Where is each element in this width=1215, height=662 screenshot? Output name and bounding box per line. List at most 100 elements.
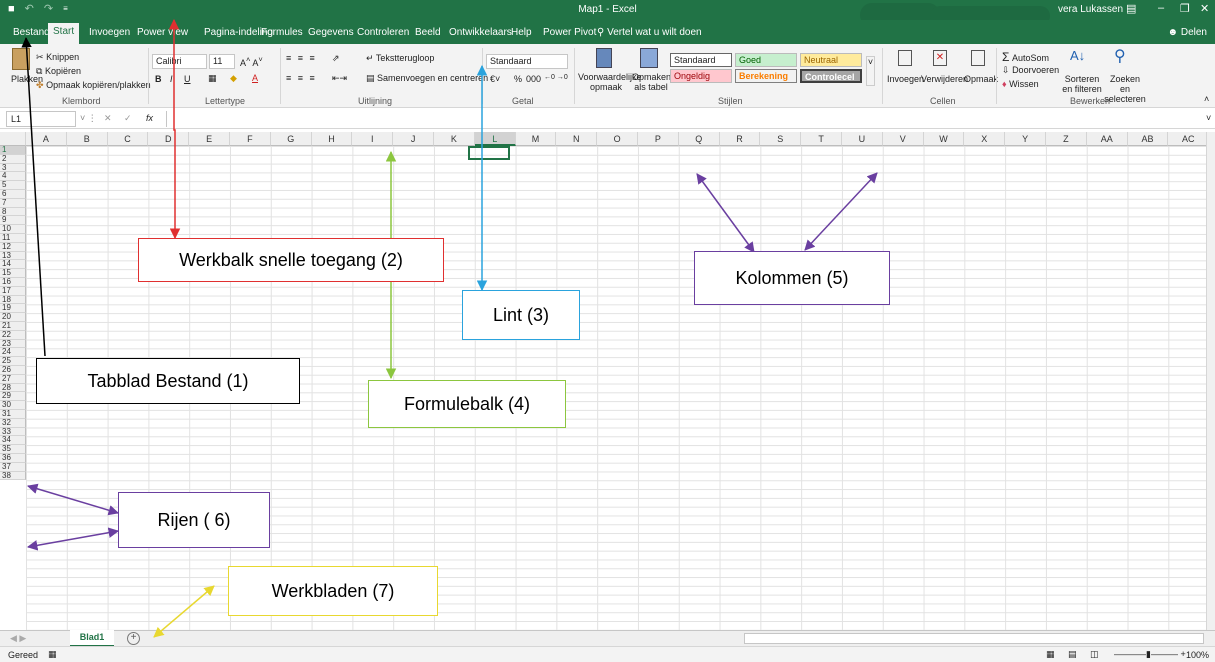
column-header-j[interactable]: J: [393, 132, 434, 146]
cell-style-standaard[interactable]: Standaard: [670, 53, 732, 67]
name-box[interactable]: L1: [6, 111, 76, 127]
search-icon[interactable]: ⚲: [1114, 46, 1126, 66]
currency-icon[interactable]: €˅: [490, 74, 500, 84]
format-painter-button[interactable]: ✤ Opmaak kopiëren/plakken: [36, 80, 151, 91]
column-header-m[interactable]: M: [515, 132, 557, 146]
tab-beeld[interactable]: Beeld: [410, 24, 446, 41]
collapse-ribbon-icon[interactable]: ˄: [1204, 94, 1209, 104]
sheet-nav-icons[interactable]: ◀ ▶: [10, 633, 26, 644]
font-color-icon[interactable]: A: [252, 73, 258, 83]
fill-color-icon[interactable]: ◆: [230, 73, 237, 84]
align-left-icons[interactable]: ≡ ≡ ≡: [286, 73, 317, 83]
column-header-e[interactable]: E: [189, 132, 230, 146]
conditional-format-icon[interactable]: [596, 48, 612, 68]
formula-input[interactable]: [166, 111, 1206, 127]
column-header-x[interactable]: X: [964, 132, 1006, 146]
column-header-s[interactable]: S: [760, 132, 802, 146]
underline-button[interactable]: U: [184, 74, 191, 84]
insert-cells-button[interactable]: Invoegen: [887, 74, 924, 84]
column-header-h[interactable]: H: [311, 132, 353, 146]
insert-cells-icon[interactable]: [898, 50, 912, 66]
delete-cells-button[interactable]: Verwijderen: [921, 74, 968, 84]
tab-gegevens[interactable]: Gegevens: [303, 24, 359, 41]
sort-filter-icon[interactable]: A↓: [1070, 48, 1085, 63]
clear-button[interactable]: ♦ Wissen: [1002, 79, 1039, 89]
column-header-g[interactable]: G: [270, 132, 312, 146]
column-header-n[interactable]: N: [556, 132, 598, 146]
zoom-level[interactable]: 100%: [1186, 650, 1209, 660]
add-sheet-icon[interactable]: +: [127, 632, 140, 645]
cell-style-ongeldig[interactable]: Ongeldig: [670, 69, 732, 83]
ribbon-display-icon[interactable]: ▤: [1126, 2, 1136, 15]
column-header-p[interactable]: P: [638, 132, 679, 146]
tab-start[interactable]: Start: [48, 23, 80, 44]
user-name[interactable]: vera Lukassen: [1058, 4, 1123, 15]
macro-record-icon[interactable]: ▦: [48, 649, 57, 660]
grow-font-icon[interactable]: A˄ A˅: [240, 55, 263, 68]
merge-center-button[interactable]: ▤ Samenvoegen en centreren: [366, 73, 488, 84]
column-header-z[interactable]: Z: [1046, 132, 1087, 146]
column-header-a[interactable]: A: [26, 132, 67, 146]
format-as-table-button[interactable]: Opmaken als tabel: [632, 72, 671, 92]
number-format-select[interactable]: Standaard: [486, 54, 568, 69]
cell-style-neutraal[interactable]: Neutraal: [800, 53, 862, 67]
expand-formula-icon[interactable]: ˅: [1206, 113, 1211, 123]
borders-icon[interactable]: ▦: [208, 73, 217, 84]
column-header-r[interactable]: R: [719, 132, 761, 146]
close-icon[interactable]: ✕: [1200, 2, 1209, 15]
styles-more-icon[interactable]: ˅: [866, 56, 875, 86]
tab-help[interactable]: Help: [506, 24, 537, 41]
active-cell-l1[interactable]: [468, 146, 510, 160]
sort-filter-button[interactable]: Sorteren en filteren: [1060, 74, 1104, 94]
column-header-i[interactable]: I: [352, 132, 394, 146]
paste-icon[interactable]: [12, 48, 30, 70]
column-header-c[interactable]: C: [107, 132, 149, 146]
tab-invoegen[interactable]: Invoegen: [84, 24, 135, 41]
confirm-icon[interactable]: ✓: [124, 113, 132, 124]
horizontal-scrollbar[interactable]: [744, 633, 1204, 644]
cell-style-berekening[interactable]: Berekening: [735, 69, 797, 83]
decimal-icons[interactable]: ←0 →0: [544, 74, 568, 81]
align-top-icons[interactable]: ≡ ≡ ≡: [286, 53, 317, 63]
fill-button[interactable]: ⇩ Doorvoeren: [1002, 65, 1059, 76]
column-header-d[interactable]: D: [148, 132, 190, 146]
indent-icons[interactable]: ⇤⇥: [332, 73, 347, 84]
column-header-q[interactable]: Q: [678, 132, 720, 146]
tab-formules[interactable]: Formules: [256, 24, 308, 41]
percent-button[interactable]: %: [514, 74, 522, 84]
format-as-table-icon[interactable]: [640, 48, 658, 68]
cell-style-goed[interactable]: Goed: [735, 53, 797, 67]
fx-icon[interactable]: fx: [146, 113, 153, 123]
wrap-text-button[interactable]: ↵ Tekstterugloop: [366, 53, 434, 64]
thousands-button[interactable]: 000: [526, 74, 541, 84]
column-header-t[interactable]: T: [801, 132, 842, 146]
delete-cells-icon[interactable]: ✕: [933, 50, 947, 66]
conditional-format-button[interactable]: Voorwaardelijke opmaak: [578, 72, 642, 92]
cell-style-controlecel[interactable]: Controlecel: [800, 69, 862, 83]
tab-power-view[interactable]: Power view: [132, 24, 193, 41]
tab-controleren[interactable]: Controleren: [352, 24, 414, 41]
restore-icon[interactable]: ❐: [1180, 2, 1190, 15]
find-select-button[interactable]: Zoeken en selecteren: [1104, 74, 1146, 104]
page-layout-view-icon[interactable]: ▤: [1068, 649, 1077, 660]
font-name-select[interactable]: Calibri: [152, 54, 207, 69]
row-header-38[interactable]: 38: [0, 471, 26, 481]
column-header-u[interactable]: U: [842, 132, 883, 146]
orientation-icon[interactable]: ⇗: [332, 53, 340, 64]
autosum-button[interactable]: Σ AutoSom: [1002, 50, 1049, 64]
column-header-ac[interactable]: AC: [1168, 132, 1210, 146]
column-header-f[interactable]: F: [230, 132, 271, 146]
zoom-slider[interactable]: –———▮——— +: [1114, 649, 1186, 660]
font-size-select[interactable]: 11: [209, 54, 235, 69]
vertical-scrollbar[interactable]: [1206, 132, 1215, 630]
column-header-l[interactable]: L: [474, 132, 516, 146]
column-header-ab[interactable]: AB: [1127, 132, 1169, 146]
column-header-y[interactable]: Y: [1005, 132, 1046, 146]
column-header-k[interactable]: K: [434, 132, 475, 146]
copy-button[interactable]: ⧉ Kopiëren: [36, 66, 81, 77]
format-cells-icon[interactable]: [971, 50, 985, 66]
bold-button[interactable]: B: [155, 74, 162, 84]
format-cells-button[interactable]: Opmaak: [964, 74, 998, 84]
cancel-icon[interactable]: ✕: [104, 113, 112, 124]
sheet-tab-blad1[interactable]: Blad1: [70, 630, 114, 647]
